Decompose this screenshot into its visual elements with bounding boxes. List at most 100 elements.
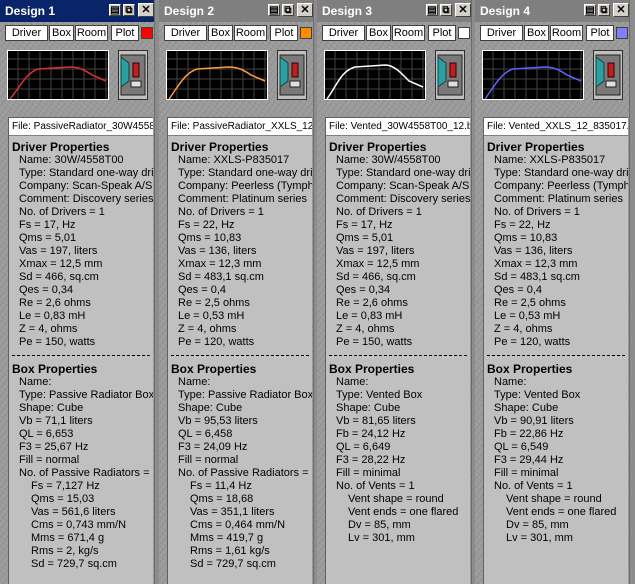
driver-property: Type: Standard one-way driver — [19, 167, 153, 179]
box-property: Shape: Cube — [494, 402, 559, 414]
driver-button[interactable]: Driver — [322, 25, 365, 41]
graph-svg — [167, 51, 267, 99]
box-sub-property: Qms = 18,68 — [190, 493, 254, 505]
close-icon[interactable]: ✕ — [613, 3, 629, 17]
color-swatch[interactable] — [616, 27, 628, 39]
driver-property: Z = 4, ohms — [19, 323, 78, 335]
box-sub-property: Cms = 0,464 mm/N — [190, 519, 286, 531]
driver-property: Company: Scan-Speak A/S — [19, 180, 153, 192]
box-property: Type: Passive Radiator Box — [178, 389, 312, 401]
driver-property: Vas = 136, liters — [494, 245, 573, 257]
close-icon[interactable]: ✕ — [455, 3, 471, 17]
file-name: File: Vented_30W4558T00_12.bb6 — [326, 118, 470, 136]
room-button[interactable]: Room — [234, 25, 267, 41]
box-property: Shape: Cube — [178, 402, 243, 414]
driver-property: Fs = 22, Hz — [178, 219, 235, 231]
color-swatch[interactable] — [458, 27, 470, 39]
box-shape — [132, 62, 140, 78]
save-icon[interactable]: ▤ — [584, 4, 596, 16]
enclosure-icon[interactable] — [118, 50, 148, 100]
copy-icon[interactable]: ⧉ — [440, 4, 452, 16]
design-panel: Design 2 ▤ ⧉ ✕ Driver Box Room Plot File: Passiv… — [159, 0, 314, 584]
panel-titlebar: Design 3 ▤ ⧉ ✕ — [317, 0, 471, 22]
room-button[interactable]: Room — [550, 25, 583, 41]
plot-button[interactable]: Plot — [270, 25, 298, 41]
close-icon[interactable]: ✕ — [297, 3, 313, 17]
driver-property: Le = 0,53 mH — [178, 310, 245, 322]
panel-titlebar: Design 4 ▤ ⧉ ✕ — [475, 0, 629, 22]
response-graph[interactable] — [324, 50, 426, 100]
graph-svg — [8, 51, 108, 99]
copy-icon[interactable]: ⧉ — [598, 4, 610, 16]
plot-button[interactable]: Plot — [111, 25, 139, 41]
box-property: Vb = 71,1 liters — [19, 415, 93, 427]
save-icon[interactable]: ▤ — [109, 4, 121, 16]
plot-button[interactable]: Plot — [586, 25, 614, 41]
box-property: Vb = 95,53 liters — [178, 415, 258, 427]
plot-button[interactable]: Plot — [428, 25, 456, 41]
driver-property: Xmax = 12,3 mm — [494, 258, 578, 270]
driver-properties-heading: Driver Properties — [171, 140, 269, 154]
box-property: Vb = 90,91 liters — [494, 415, 574, 427]
box-sub-property: Qms = 15,03 — [31, 493, 95, 505]
properties-content: Driver Properties Name: 30W/4558T00 Type: … — [326, 140, 470, 545]
box-property: F3 = 25,67 Hz — [19, 441, 89, 453]
response-graph[interactable] — [166, 50, 268, 100]
file-name: File: Vented_XXLS_12_835017.bb6 — [484, 118, 628, 136]
box-property: QL = 6,649 — [336, 441, 391, 453]
box-button[interactable]: Box — [208, 25, 233, 41]
properties-pane[interactable]: File: PassiveRadiator_30W4558T00 Driver P… — [8, 117, 153, 584]
design-panel: Design 3 ▤ ⧉ ✕ Driver Box Room Plot File: Vented… — [317, 0, 472, 584]
save-icon[interactable]: ▤ — [426, 4, 438, 16]
driver-property: Type: Standard one-way driver — [178, 167, 312, 179]
driver-property: Le = 0,83 mH — [19, 310, 86, 322]
box-property: Fb = 22,86 Hz — [494, 428, 564, 440]
color-swatch[interactable] — [300, 27, 312, 39]
properties-pane[interactable]: File: PassiveRadiator_XXLS_12_835017 Driv… — [167, 117, 312, 584]
enclosure-icon[interactable] — [435, 50, 465, 100]
copy-icon[interactable]: ⧉ — [282, 4, 294, 16]
driver-property: No. of Drivers = 1 — [336, 206, 422, 218]
driver-button[interactable]: Driver — [480, 25, 523, 41]
color-swatch[interactable] — [141, 27, 153, 39]
box-shape — [595, 56, 605, 88]
driver-properties-heading: Driver Properties — [329, 140, 427, 154]
box-property: Fill = normal — [19, 454, 80, 466]
box-property: Fb = 24,12 Hz — [336, 428, 406, 440]
enclosure-icon[interactable] — [593, 50, 623, 100]
box-sub-property: Vent ends = one flared — [506, 506, 617, 518]
enclosure-icon[interactable] — [277, 50, 307, 100]
properties-pane[interactable]: File: Vented_XXLS_12_835017.bb6 Driver Pr… — [483, 117, 628, 584]
box-button[interactable]: Box — [366, 25, 391, 41]
room-button[interactable]: Room — [392, 25, 425, 41]
driver-property: Qms = 10,83 — [178, 232, 242, 244]
speaker-box-icon — [437, 54, 463, 96]
driver-button[interactable]: Driver — [5, 25, 48, 41]
driver-property: Pe = 120, watts — [494, 336, 571, 348]
close-icon[interactable]: ✕ — [138, 3, 154, 17]
box-sub-property: Mms = 671,4 g — [31, 532, 105, 544]
room-button[interactable]: Room — [75, 25, 108, 41]
driver-property: Name: 30W/4558T00 — [19, 154, 124, 166]
driver-property: Qms = 10,83 — [494, 232, 558, 244]
box-shape — [279, 56, 289, 88]
box-property: Fill = minimal — [336, 467, 401, 479]
properties-pane[interactable]: File: Vented_30W4558T00_12.bb6 Driver Pro… — [325, 117, 470, 584]
panel-titlebar: Design 1 ▤ ⧉ ✕ — [0, 0, 154, 22]
driver-property: Fs = 17, Hz — [336, 219, 393, 231]
driver-property: Name: XXLS-P835017 — [178, 154, 290, 166]
box-property: QL = 6,653 — [19, 428, 74, 440]
driver-property: Z = 4, ohms — [336, 323, 395, 335]
box-sub-property: Fs = 7,127 Hz — [31, 480, 100, 492]
box-button[interactable]: Box — [49, 25, 74, 41]
driver-button[interactable]: Driver — [164, 25, 207, 41]
response-graph[interactable] — [482, 50, 584, 100]
response-graph[interactable] — [7, 50, 109, 100]
box-property: Type: Vented Box — [494, 389, 581, 401]
copy-icon[interactable]: ⧉ — [123, 4, 135, 16]
section-divider — [487, 355, 625, 356]
box-button[interactable]: Box — [524, 25, 549, 41]
box-property: Vb = 81,65 liters — [336, 415, 416, 427]
save-icon[interactable]: ▤ — [268, 4, 280, 16]
driver-property: Sd = 466, sq.cm — [336, 271, 416, 283]
